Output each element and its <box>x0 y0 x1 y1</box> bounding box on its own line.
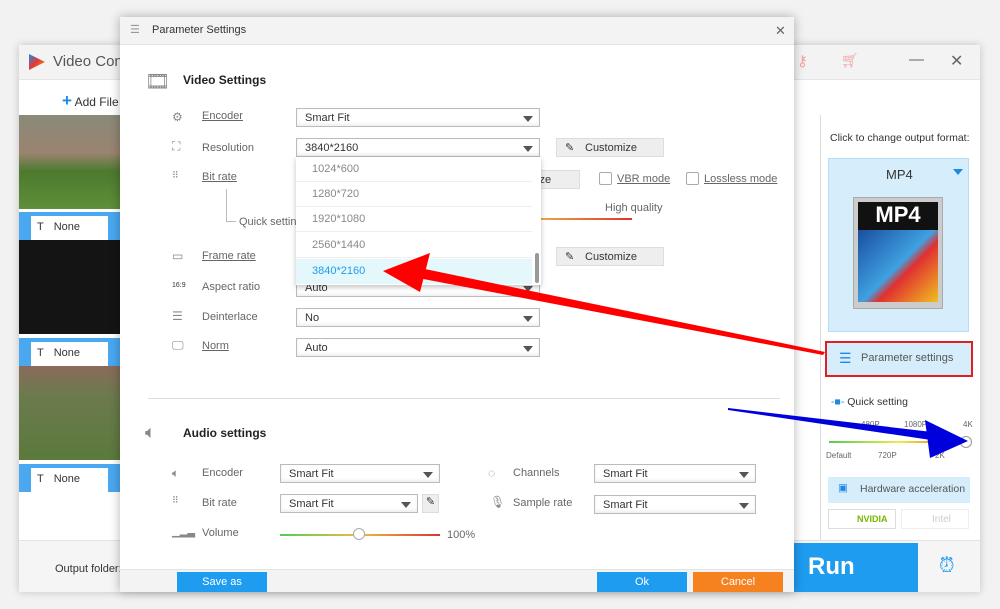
red-arrow <box>383 253 825 355</box>
blue-arrow <box>728 408 968 458</box>
annotation-arrows <box>383 253 968 458</box>
